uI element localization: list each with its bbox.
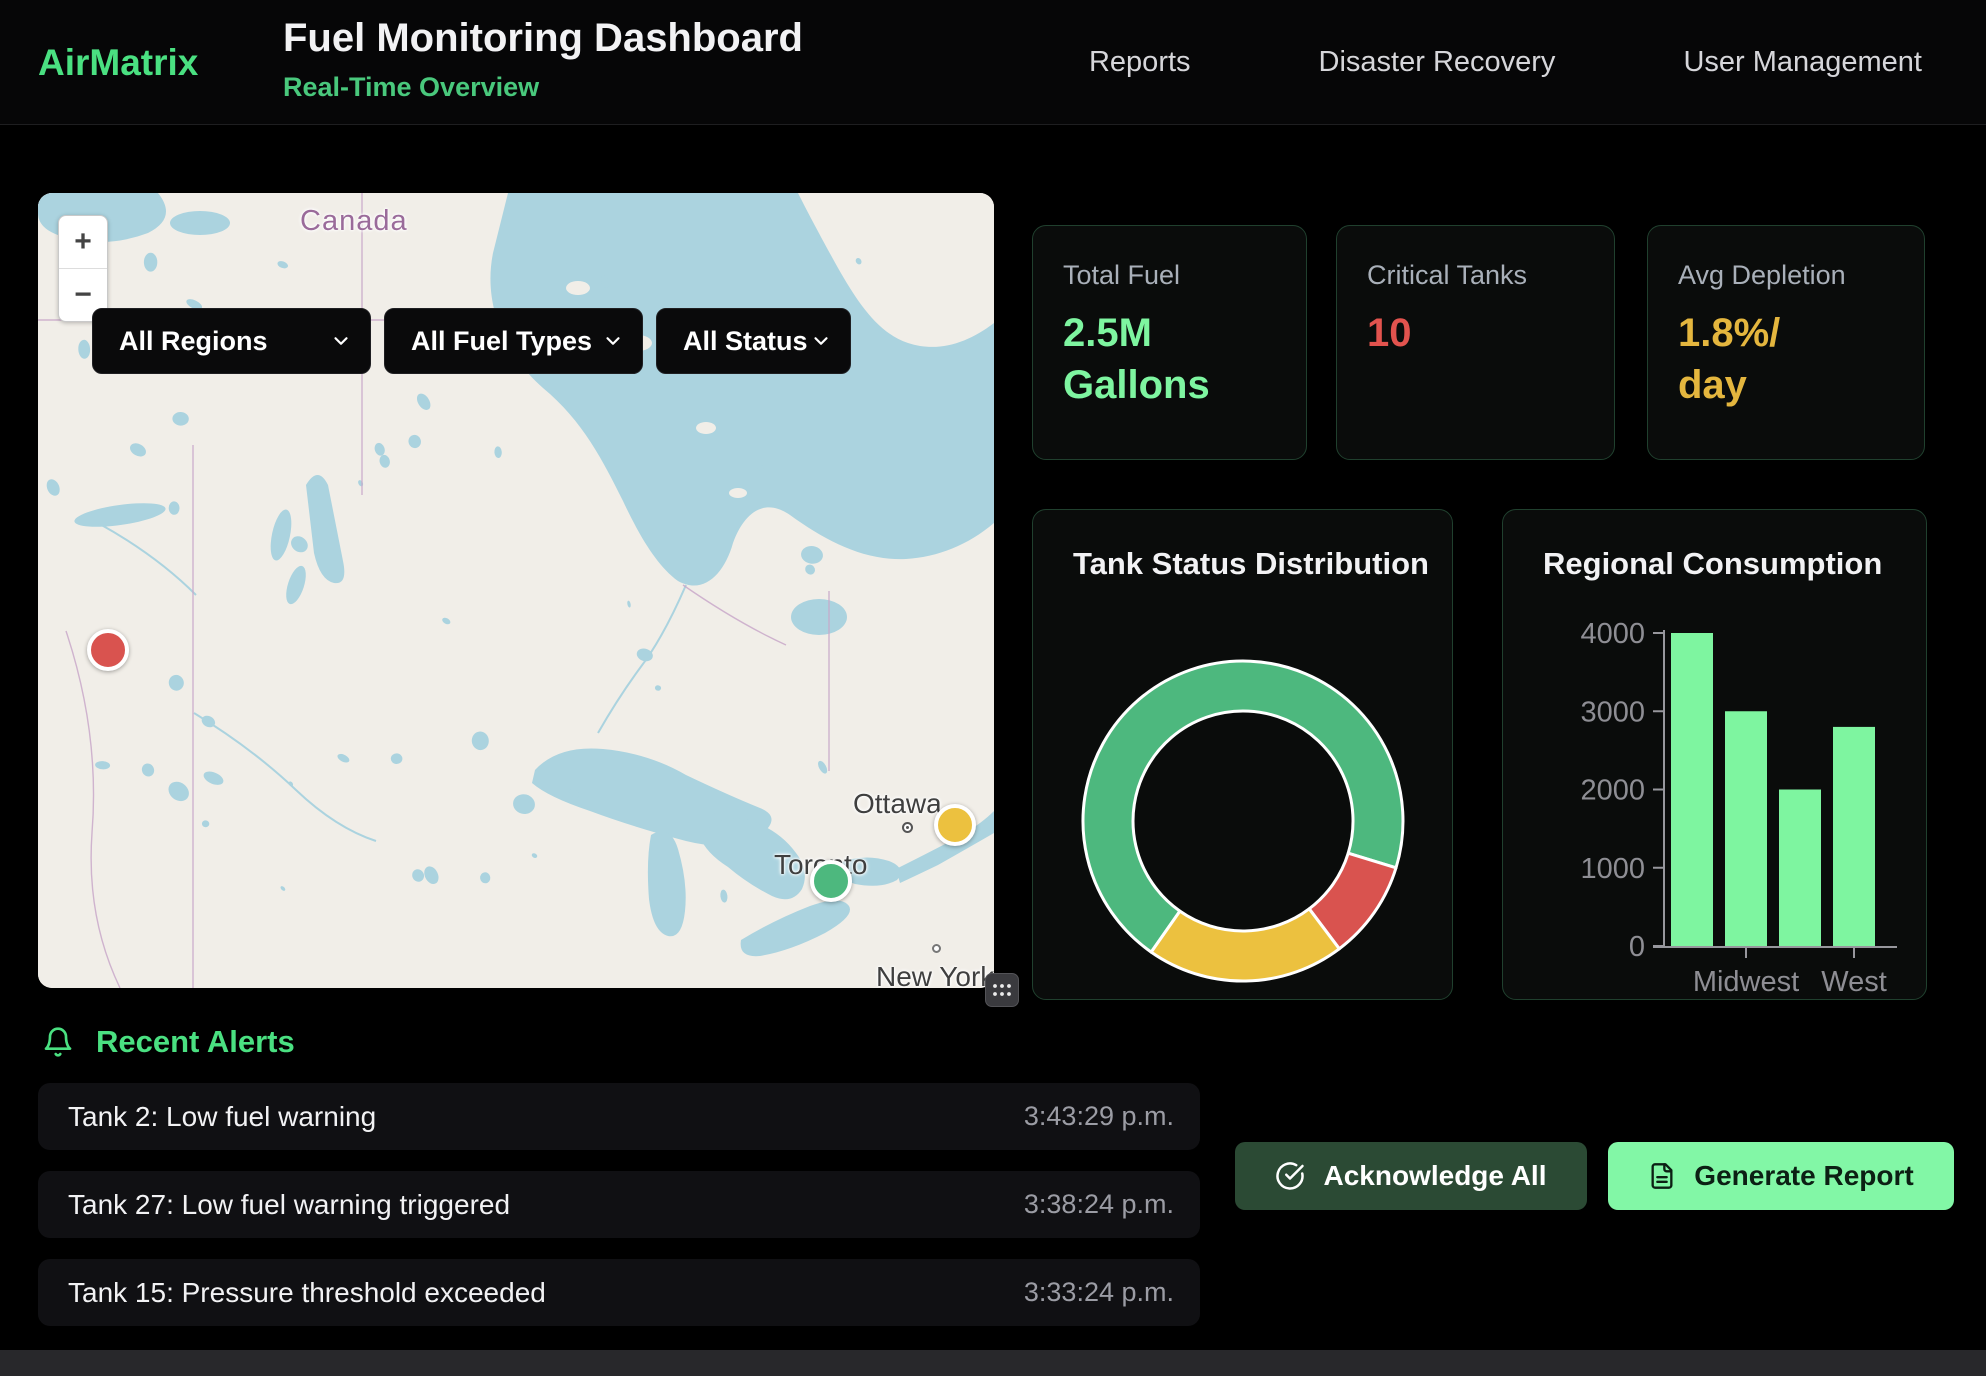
alert-row[interactable]: Tank 2: Low fuel warning 3:43:29 p.m. xyxy=(38,1083,1200,1150)
alert-timestamp: 3:43:29 p.m. xyxy=(1024,1101,1174,1132)
map-marker-warning[interactable] xyxy=(934,804,976,846)
map-marker-critical[interactable] xyxy=(87,629,129,671)
brand-logo: AirMatrix xyxy=(38,42,198,84)
x-tick-label: West xyxy=(1821,966,1887,998)
app-header: AirMatrix Fuel Monitoring Dashboard Real… xyxy=(0,0,1986,125)
donut-segment-warning xyxy=(1151,909,1339,981)
stat-value: 1.8%/day xyxy=(1678,307,1796,411)
bottom-window-edge xyxy=(0,1350,1986,1376)
alert-timestamp: 3:38:24 p.m. xyxy=(1024,1189,1174,1220)
region-filter-value: All Regions xyxy=(119,326,268,357)
acknowledge-all-button[interactable]: Acknowledge All xyxy=(1235,1142,1587,1210)
fuel-type-filter-value: All Fuel Types xyxy=(411,326,592,357)
stat-card-avg-depletion: Avg Depletion 1.8%/day xyxy=(1647,225,1925,460)
stat-label: Avg Depletion xyxy=(1678,260,1894,291)
map-resize-handle[interactable] xyxy=(985,973,1019,1007)
alert-row[interactable]: Tank 27: Low fuel warning triggered 3:38… xyxy=(38,1171,1200,1238)
recent-alerts-title: Recent Alerts xyxy=(96,1024,295,1060)
nav-reports[interactable]: Reports xyxy=(1089,46,1191,79)
generate-report-label: Generate Report xyxy=(1694,1160,1913,1192)
map-marker-normal[interactable] xyxy=(810,860,852,902)
chevron-down-icon xyxy=(602,330,624,352)
x-tick-label: Midwest xyxy=(1693,966,1799,998)
y-tick-label: 4000 xyxy=(1580,618,1645,650)
bar-chart: 0 1000 2000 3000 4000 Midwest West xyxy=(1503,510,1927,1000)
page-subtitle: Real-Time Overview xyxy=(283,72,539,103)
regional-consumption-card: Regional Consumption 01000200030004000Mi… xyxy=(1502,509,1927,1000)
alert-message: Tank 2: Low fuel warning xyxy=(68,1101,376,1133)
y-tick-label: 2000 xyxy=(1580,775,1645,807)
alert-message: Tank 27: Low fuel warning triggered xyxy=(68,1189,510,1221)
bar xyxy=(1833,727,1875,946)
nav-disaster-recovery[interactable]: Disaster Recovery xyxy=(1319,46,1556,79)
map-panel[interactable]: Canada Ottawa Toronto New York + − All R… xyxy=(38,193,994,988)
fuel-monitoring-dashboard: AirMatrix Fuel Monitoring Dashboard Real… xyxy=(0,0,1986,1376)
chevron-down-icon xyxy=(330,330,352,352)
stat-value: 10 xyxy=(1367,307,1584,359)
stat-value: 2.5M Gallons xyxy=(1063,307,1248,411)
ottawa-town-symbol xyxy=(902,822,913,833)
drag-dots-icon xyxy=(992,983,1012,997)
map-label-canada: Canada xyxy=(300,205,408,238)
new-york-dot xyxy=(932,944,941,953)
map-label-new-york: New York xyxy=(876,961,994,988)
status-filter-dropdown[interactable]: All Status xyxy=(656,308,851,374)
page-title: Fuel Monitoring Dashboard xyxy=(283,16,803,61)
bar xyxy=(1779,790,1821,947)
bar xyxy=(1725,711,1767,946)
y-tick-label: 1000 xyxy=(1580,853,1645,885)
tank-status-distribution-card: Tank Status Distribution xyxy=(1032,509,1453,1000)
y-tick-label: 0 xyxy=(1629,931,1645,963)
y-tick-label: 3000 xyxy=(1580,696,1645,728)
stat-label: Total Fuel xyxy=(1063,260,1276,291)
alert-message: Tank 15: Pressure threshold exceeded xyxy=(68,1277,546,1309)
check-circle-icon xyxy=(1275,1161,1305,1191)
donut-chart xyxy=(1033,510,1453,1000)
stat-card-total-fuel: Total Fuel 2.5M Gallons xyxy=(1032,225,1307,460)
document-icon xyxy=(1648,1161,1676,1191)
recent-alerts-header: Recent Alerts xyxy=(42,1024,295,1060)
acknowledge-all-label: Acknowledge All xyxy=(1323,1160,1546,1192)
stat-label: Critical Tanks xyxy=(1367,260,1584,291)
alert-row[interactable]: Tank 15: Pressure threshold exceeded 3:3… xyxy=(38,1259,1200,1326)
nav-user-management[interactable]: User Management xyxy=(1683,46,1922,79)
zoom-in-button[interactable]: + xyxy=(59,216,107,268)
stat-card-critical-tanks: Critical Tanks 10 xyxy=(1336,225,1615,460)
bell-icon xyxy=(42,1026,74,1058)
map-zoom-control: + − xyxy=(58,215,108,322)
main-nav: Reports Disaster Recovery User Managemen… xyxy=(1089,0,1922,125)
map-label-ottawa: Ottawa xyxy=(853,788,942,820)
generate-report-button[interactable]: Generate Report xyxy=(1608,1142,1954,1210)
bar xyxy=(1671,633,1713,946)
fuel-type-filter-dropdown[interactable]: All Fuel Types xyxy=(384,308,643,374)
alert-timestamp: 3:33:24 p.m. xyxy=(1024,1277,1174,1308)
status-filter-value: All Status xyxy=(683,326,808,357)
chevron-down-icon xyxy=(810,330,832,352)
region-filter-dropdown[interactable]: All Regions xyxy=(92,308,371,374)
